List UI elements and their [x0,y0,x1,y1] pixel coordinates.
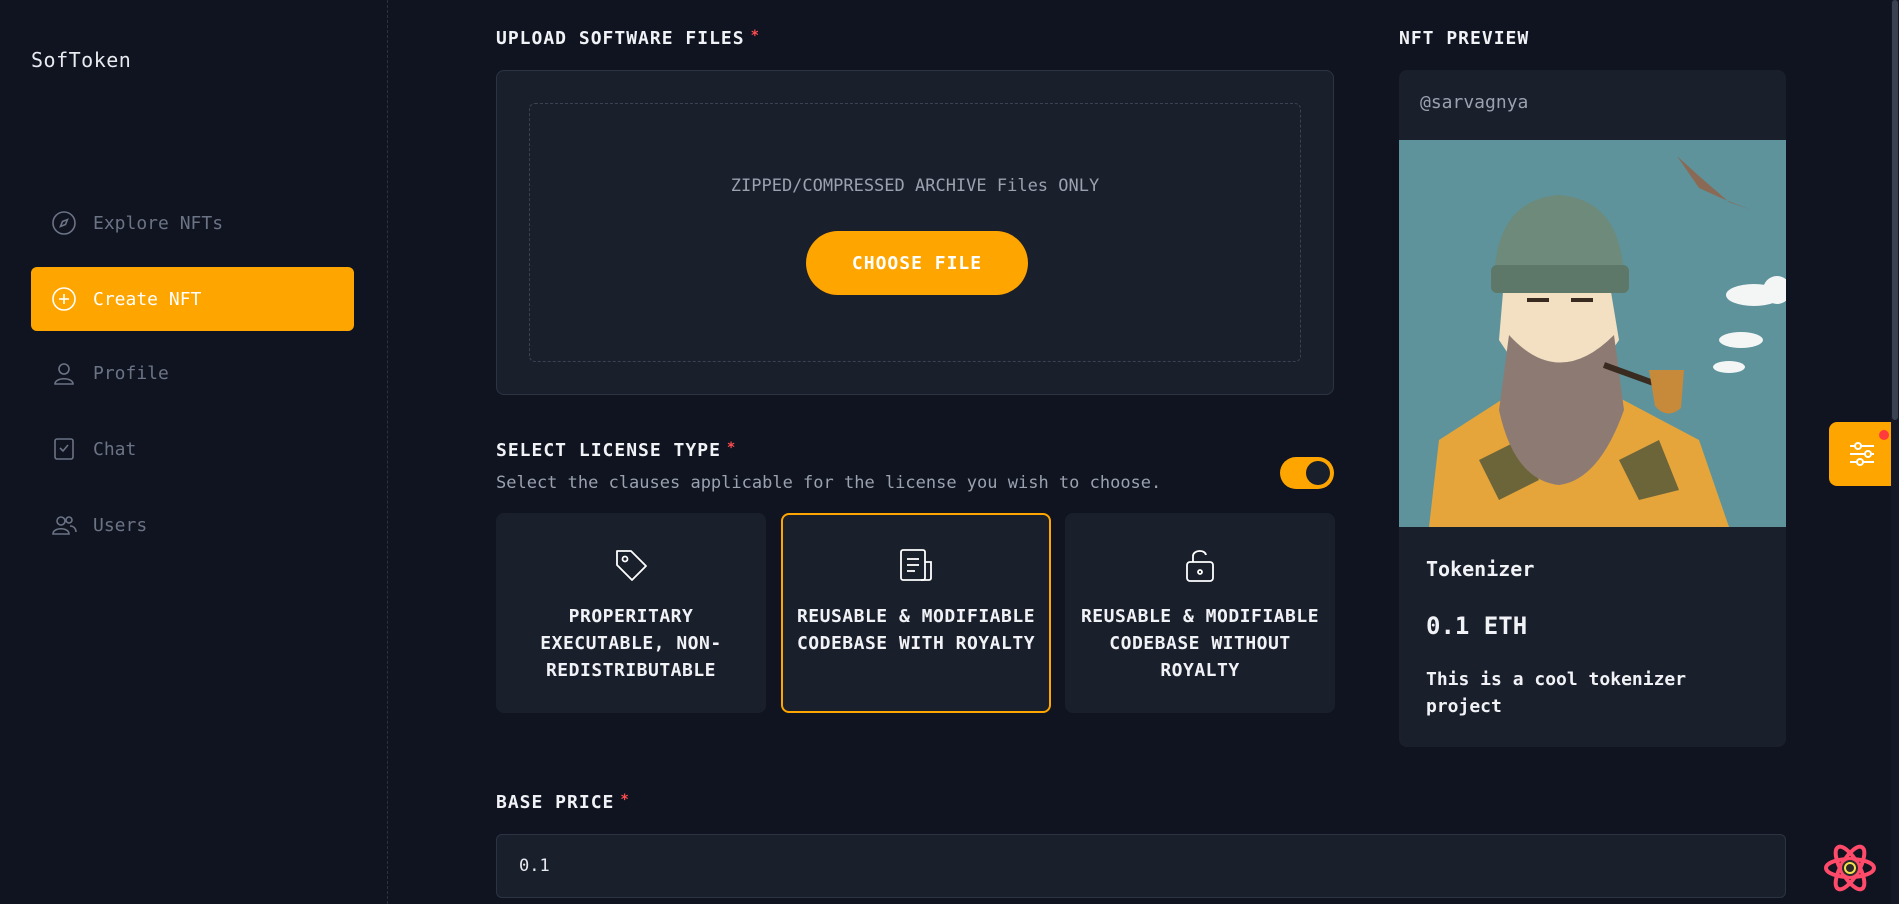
nft-price: 0.1 ETH [1426,612,1528,640]
upload-dropzone-inner[interactable]: ZIPPED/COMPRESSED ARCHIVE Files ONLY CHO… [529,103,1301,362]
brand-logo[interactable]: SofToken [31,48,131,72]
settings-fab-button[interactable] [1829,422,1895,486]
license-option-label: REUSABLE & MODIFIABLE CODEBASE WITH ROYA… [796,606,1036,654]
user-icon [51,360,77,386]
react-devtools-icon[interactable] [1824,844,1876,892]
compass-icon [51,210,77,236]
sidebar-item-label: Profile [93,362,169,384]
document-icon [783,545,1049,585]
upload-section-title: UPLOAD SOFTWARE FILES * [496,28,760,49]
sidebar-item-label: Users [93,514,148,536]
license-toggle[interactable] [1280,457,1334,489]
license-option-proprietary[interactable]: PROPERITARY EXECUTABLE, NON-REDISTRIBUTA… [496,513,766,713]
price-title-text: BASE PRICE [496,792,615,813]
toggle-knob [1306,461,1330,485]
sidebar-item-create-nft[interactable]: Create NFT [31,267,354,331]
scrollbar-thumb[interactable] [1892,0,1898,420]
choose-file-button[interactable]: CHOOSE FILE [806,231,1028,295]
sidebar-item-label: Explore NFTs [93,212,224,234]
sidebar-item-chat[interactable]: Chat [31,417,354,481]
plus-circle-icon [51,286,77,312]
license-subtitle: Select the clauses applicable for the li… [496,473,1162,493]
nft-description: This is a cool tokenizer project [1426,669,1687,717]
notification-dot [1879,430,1889,440]
sidebar-item-explore-nfts[interactable]: Explore NFTs [31,191,354,255]
unlock-icon [1067,545,1333,585]
upload-dropzone[interactable]: ZIPPED/COMPRESSED ARCHIVE Files ONLY CHO… [496,70,1334,395]
license-option-label: REUSABLE & MODIFIABLE CODEBASE WITHOUT R… [1080,606,1320,681]
sidebar-item-profile[interactable]: Profile [31,341,354,405]
nft-name: Tokenizer [1426,557,1535,581]
base-price-input[interactable] [496,834,1786,898]
upload-hint: ZIPPED/COMPRESSED ARCHIVE Files ONLY [730,176,1100,196]
sidebar-item-label: Chat [93,438,137,460]
tag-icon [498,545,764,585]
chat-icon [51,436,77,462]
upload-title-text: UPLOAD SOFTWARE FILES [496,28,745,49]
required-mark: * [750,28,761,44]
price-section-title: BASE PRICE * [496,792,630,813]
sliders-icon [1850,442,1874,466]
nft-preview-card: @sarvagnya Tokenizer 0.1 ETH This is a c… [1399,70,1786,747]
license-title-text: SELECT LICENSE TYPE [496,440,721,461]
sidebar: SofToken Explore NFTs Create NFT Profile… [0,0,388,904]
users-icon [51,512,77,538]
license-section-title: SELECT LICENSE TYPE * [496,440,736,461]
license-option-without-royalty[interactable]: REUSABLE & MODIFIABLE CODEBASE WITHOUT R… [1065,513,1335,713]
required-mark: * [726,440,737,456]
license-option-with-royalty[interactable]: REUSABLE & MODIFIABLE CODEBASE WITH ROYA… [781,513,1051,713]
sidebar-item-label: Create NFT [93,288,202,310]
required-mark: * [620,792,630,808]
preview-title: NFT PREVIEW [1399,28,1530,49]
nft-artwork-image [1399,140,1786,527]
nft-owner[interactable]: @sarvagnya [1420,92,1528,113]
license-option-label: PROPERITARY EXECUTABLE, NON-REDISTRIBUTA… [540,606,722,681]
sidebar-item-users[interactable]: Users [31,493,354,557]
